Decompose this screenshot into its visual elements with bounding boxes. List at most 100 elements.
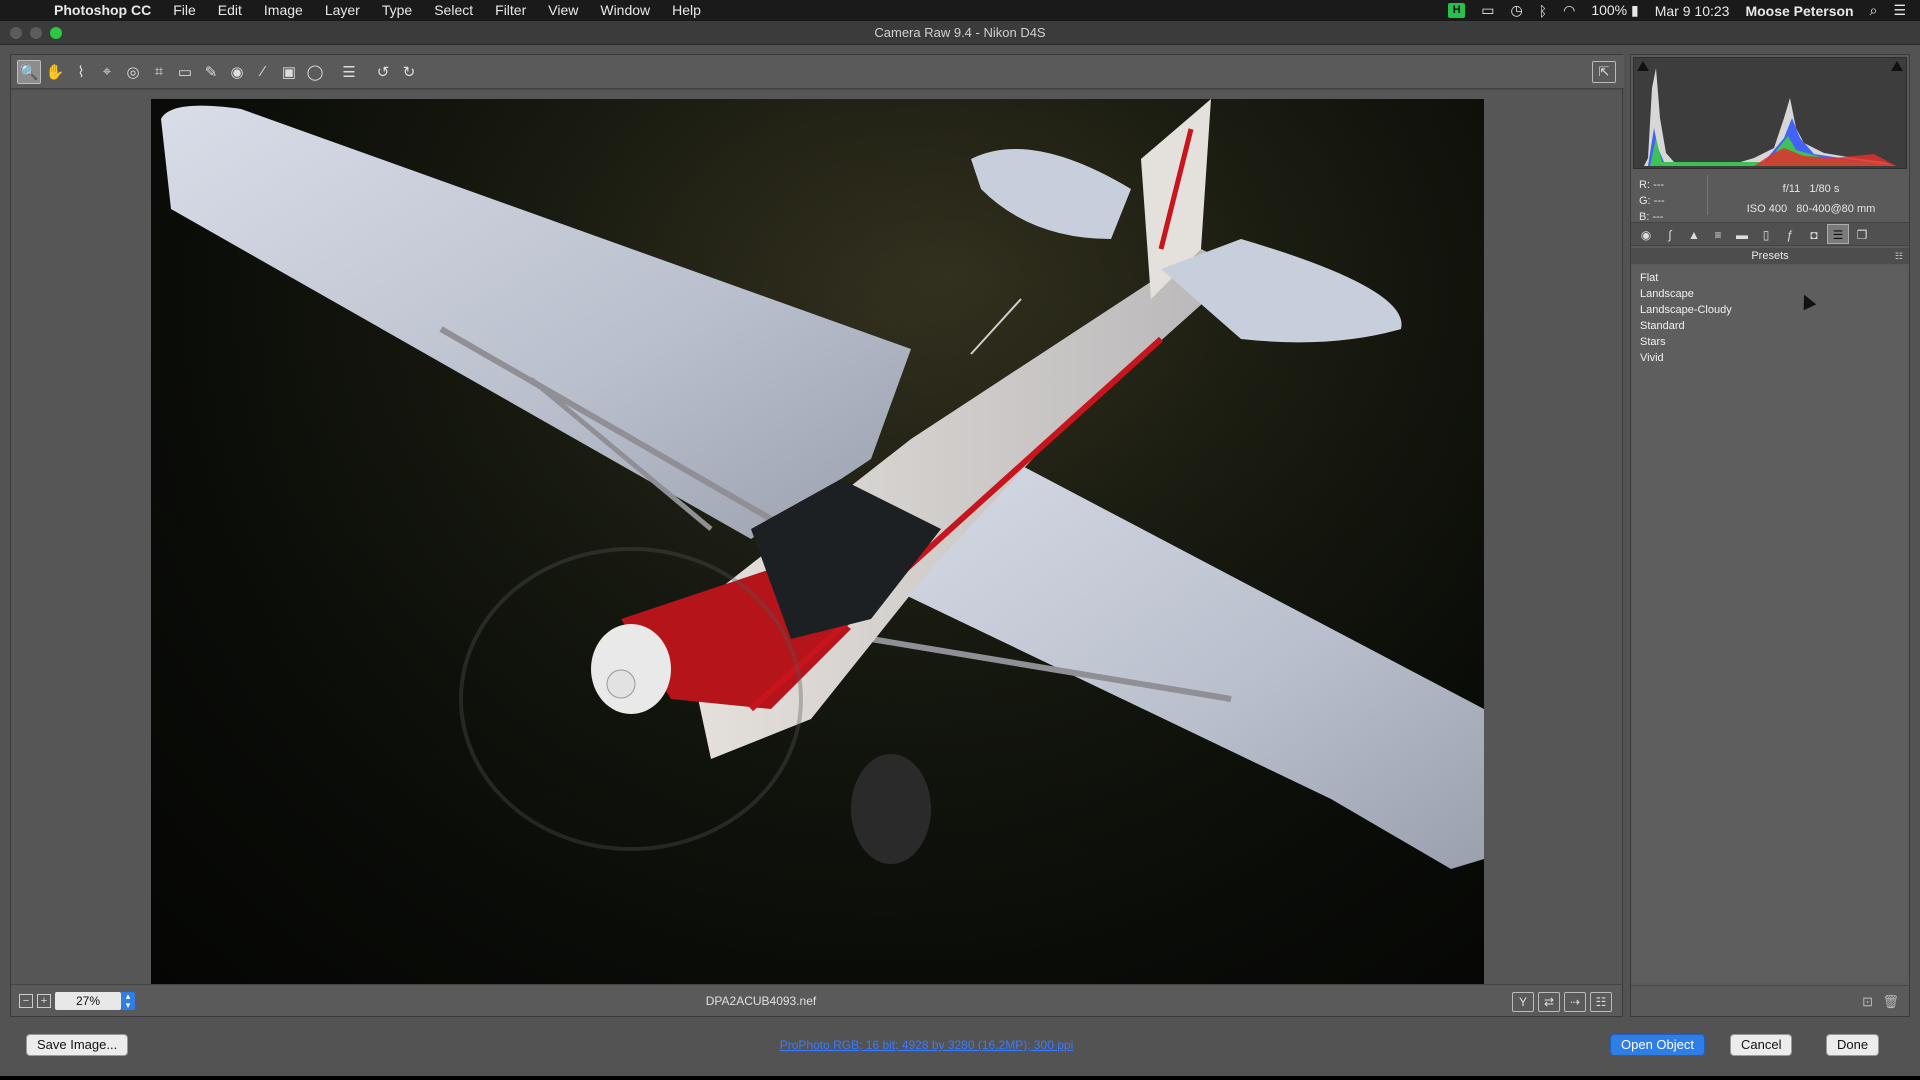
before-after-icon: Y (1518, 995, 1527, 1009)
exif-info: f/11 1/80 s ISO 400 80-400@80 mm (1721, 179, 1901, 219)
tab-effects[interactable]: ƒ (1779, 224, 1801, 244)
bluetooth-icon[interactable]: ᛒ (1539, 3, 1547, 19)
engine-nose (591, 624, 671, 714)
clock[interactable]: Mar 9 10:23 (1655, 3, 1730, 19)
zoom-tool-icon: 🔍 (19, 63, 39, 81)
menu-view[interactable]: View (537, 0, 589, 21)
tab-split-toning[interactable]: ▬ (1731, 224, 1753, 244)
curve-icon: ∫ (1668, 228, 1672, 242)
tab-tone-curve[interactable]: ∫ (1659, 224, 1681, 244)
preset-list: Flat Landscape Landscape-Cloudy Standard… (1632, 265, 1908, 983)
crop-tool-button[interactable]: ⌗ (147, 60, 171, 84)
menu-layer[interactable]: Layer (314, 0, 371, 21)
adjustment-brush-tool-icon: ⁄ (261, 63, 265, 80)
color-sampler-tool-icon: ⌖ (102, 63, 112, 80)
tab-basic[interactable]: ◉ (1635, 224, 1657, 244)
file-name: DPA2ACUB4093.nef (705, 994, 817, 1008)
preferences-tool-button[interactable]: ☰ (337, 60, 361, 84)
shadow-clipping-warning-icon[interactable] (1637, 61, 1649, 71)
copy-settings-icon: ⇢ (1569, 995, 1581, 1009)
preset-item-standard[interactable]: Standard (1632, 318, 1908, 334)
status-app-icon[interactable]: H (1448, 3, 1466, 18)
workflow-options-link[interactable]: ProPhoto RGB; 16 bit; 4928 by 3280 (16.2… (0, 1038, 1853, 1052)
straighten-tool-icon: ▭ (177, 63, 193, 81)
menu-select[interactable]: Select (423, 0, 484, 21)
battery-percent: 100% (1591, 2, 1628, 18)
wifi-icon[interactable]: ◠ (1563, 2, 1575, 19)
menu-filter[interactable]: Filter (484, 0, 537, 21)
cancel-button[interactable]: Cancel (1730, 1034, 1793, 1056)
tab-detail[interactable]: ▲ (1683, 224, 1705, 244)
white-balance-tool-button[interactable]: ⌇ (69, 60, 93, 84)
menu-window[interactable]: Window (589, 0, 661, 21)
graduated-filter-tool-icon: ▣ (281, 63, 297, 81)
spinner (606, 669, 636, 699)
preset-item-landscape[interactable]: Landscape (1632, 286, 1908, 302)
photo-preview[interactable] (151, 99, 1484, 985)
preset-item-flat[interactable]: Flat (1632, 270, 1908, 286)
window-title: Camera Raw 9.4 - Nikon D4S (874, 25, 1046, 40)
histogram-luminance (1644, 68, 1896, 166)
menu-type[interactable]: Type (371, 0, 423, 21)
before-after-toggle-button[interactable]: Y (1512, 992, 1534, 1012)
hsl-icon: ≡ (1714, 228, 1722, 242)
tab-snapshots[interactable]: ❐ (1851, 224, 1873, 244)
open-object-button[interactable]: Open Object (1610, 1034, 1705, 1056)
straighten-tool-button[interactable]: ▭ (173, 60, 197, 84)
tool-bar: 🔍 ✋ ⌇ ⌖ ◎ ⌗ ▭ ✎ ◉ ⁄ ▣ ◯ ☰ ↺ ↻ (11, 55, 1624, 89)
adjustment-panel: R: --- G: --- B: --- f/11 1/80 s ISO 400… (1630, 54, 1910, 1017)
preferences-icon: ☷ (1595, 995, 1607, 1009)
rotate-right-tool-button[interactable]: ↻ (397, 60, 421, 84)
menu-image[interactable]: Image (253, 0, 314, 21)
landing-wheel (851, 754, 931, 864)
menu-edit[interactable]: Edit (207, 0, 253, 21)
user-name[interactable]: Moose Peterson (1745, 3, 1853, 19)
menu-help[interactable]: Help (661, 0, 712, 21)
presets-menu-icon[interactable]: ☷ (1895, 251, 1903, 262)
graduated-filter-tool-button[interactable]: ▣ (277, 60, 301, 84)
radial-filter-tool-button[interactable]: ◯ (303, 60, 327, 84)
battery-status[interactable]: 100% ▮ (1591, 2, 1638, 19)
highlight-clipping-warning-icon[interactable] (1891, 61, 1903, 71)
aperture-icon: ◉ (1640, 228, 1652, 242)
preview-preferences-button[interactable]: ☷ (1590, 992, 1612, 1012)
time-machine-icon[interactable]: ◷ (1510, 2, 1522, 19)
preset-item-stars[interactable]: Stars (1632, 334, 1908, 350)
rotate-left-tool-button[interactable]: ↺ (371, 60, 395, 84)
tab-camera-calibration[interactable]: ◘ (1803, 224, 1825, 244)
tab-presets[interactable]: ☰ (1827, 224, 1849, 244)
zoom-tool-button[interactable]: 🔍 (17, 59, 41, 84)
rotate-right-tool-icon: ↻ (402, 63, 416, 81)
targeted-adjustment-tool-button[interactable]: ◎ (121, 60, 145, 84)
swap-settings-button[interactable]: ⇄ (1538, 992, 1560, 1012)
new-preset-icon[interactable]: ⊡ (1862, 994, 1873, 1010)
preset-item-vivid[interactable]: Vivid (1632, 350, 1908, 366)
spotlight-search-icon[interactable]: ⌕ (1870, 2, 1878, 19)
done-button[interactable]: Done (1826, 1034, 1880, 1056)
airplay-icon[interactable]: ▭ (1481, 2, 1494, 19)
red-eye-tool-button[interactable]: ◉ (225, 60, 249, 84)
adjustment-brush-tool-button[interactable]: ⁄ (251, 60, 275, 84)
color-sampler-tool-button[interactable]: ⌖ (95, 60, 119, 84)
image-canvas[interactable] (11, 90, 1622, 985)
copy-settings-button[interactable]: ⇢ (1564, 992, 1586, 1012)
spot-removal-tool-button[interactable]: ✎ (199, 60, 223, 84)
delete-preset-icon[interactable]: 🗑 (1882, 994, 1899, 1010)
tab-lens-corrections[interactable]: ▯ (1755, 224, 1777, 244)
fullscreen-toggle-button[interactable]: ⇱ (1592, 61, 1616, 83)
notification-center-icon[interactable]: ☰ (1893, 2, 1906, 19)
red-eye-tool-icon: ◉ (230, 63, 244, 81)
r-readout: R: --- (1639, 179, 1665, 191)
menu-file[interactable]: File (162, 0, 207, 21)
fx-icon: ƒ (1786, 228, 1794, 242)
swap-icon: ⇄ (1543, 995, 1555, 1009)
info-readout: R: --- G: --- B: --- f/11 1/80 s ISO 400… (1631, 171, 1909, 223)
preset-item-landscape-cloudy[interactable]: Landscape-Cloudy (1632, 302, 1908, 318)
title-bar: Camera Raw 9.4 - Nikon D4S (0, 21, 1920, 45)
camera-raw-window: Camera Raw 9.4 - Nikon D4S 🔍 ✋ ⌇ ⌖ ◎ ⌗ ▭ ✎ ◉ ⁄ ▣ ◯ ☰… (0, 21, 1920, 1076)
hand-tool-button[interactable]: ✋ (43, 60, 67, 84)
histogram-graph (1644, 68, 1896, 166)
tab-hsl[interactable]: ≡ (1707, 224, 1729, 244)
app-menu[interactable]: Photoshop CC (42, 0, 162, 21)
menu-bar: Photoshop CC File Edit Image Layer Type … (0, 0, 1920, 21)
